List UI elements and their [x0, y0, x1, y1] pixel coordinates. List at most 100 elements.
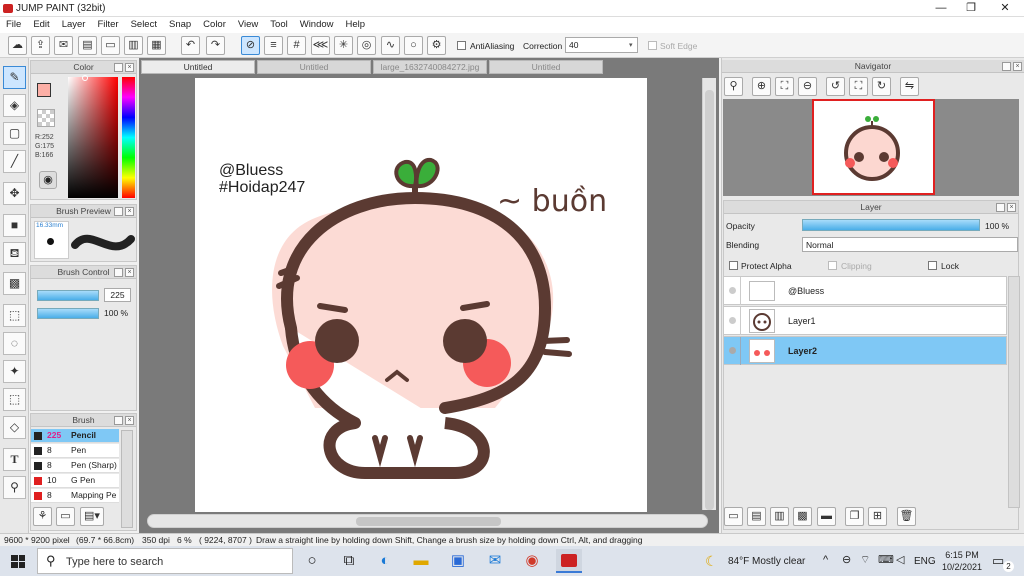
foreground-color-swatch[interactable]	[37, 83, 51, 97]
delete-layer-icon[interactable]: 🗑	[897, 507, 916, 526]
taskbar-search-box[interactable]: ⚲ Type here to search	[37, 548, 293, 574]
layer-row-layer2[interactable]: Layer2	[723, 336, 1007, 365]
panel-close-icon[interactable]: ×	[125, 268, 134, 277]
canvas-horizontal-scrollbar[interactable]	[147, 514, 708, 528]
visibility-icon[interactable]	[729, 347, 736, 354]
reset-rotation-icon[interactable]: ⛶	[849, 77, 868, 96]
panel-close-icon[interactable]: ×	[1013, 62, 1022, 71]
move-tool-icon[interactable]: ✥	[3, 182, 26, 205]
brush-item-pen[interactable]: 8 Pen	[31, 444, 119, 458]
pencil-tool-icon[interactable]: ✎	[3, 66, 26, 89]
cloud-icon[interactable]: ☁	[8, 36, 27, 55]
export-icon[interactable]: ⇪	[31, 36, 50, 55]
brush-size-value[interactable]: 225	[104, 288, 131, 302]
panel-float-icon[interactable]	[996, 203, 1005, 212]
eyedropper-icon[interactable]: ⚲	[3, 476, 26, 499]
menu-file[interactable]: File	[0, 17, 27, 33]
brush-add-icon[interactable]: ⚘	[33, 507, 52, 526]
redo-icon[interactable]: ↷	[206, 36, 225, 55]
lock-checkbox[interactable]	[928, 261, 937, 270]
brush-new-icon[interactable]: ▭	[56, 507, 75, 526]
flip-icon[interactable]: ⇋	[900, 77, 919, 96]
brush-item-pencil[interactable]: 225 Pencil	[31, 429, 119, 443]
radial-icon[interactable]: ✳	[334, 36, 353, 55]
clipping-checkbox[interactable]	[828, 261, 837, 270]
language-indicator[interactable]: ENG	[914, 556, 936, 567]
bucket-tool-icon[interactable]: ⛾	[3, 242, 26, 265]
new-layer-icon[interactable]: ▭	[724, 507, 743, 526]
panel-float-icon[interactable]	[114, 268, 123, 277]
antialias-checkbox[interactable]	[457, 41, 466, 50]
perspective-icon[interactable]: ⋘	[311, 36, 330, 55]
menu-select[interactable]: Select	[125, 17, 163, 33]
select-eraser-icon[interactable]: ◇	[3, 416, 26, 439]
select-pen-icon[interactable]: ⬚	[3, 388, 26, 411]
lasso-icon[interactable]: ◌	[3, 332, 26, 355]
jump-paint-taskbar-icon[interactable]	[556, 549, 582, 573]
protect-alpha-checkbox[interactable]	[729, 261, 738, 270]
curve-icon[interactable]: ∿	[381, 36, 400, 55]
menu-view[interactable]: View	[232, 17, 264, 33]
text-tool-icon[interactable]: T	[3, 448, 26, 471]
menu-tool[interactable]: Tool	[264, 17, 293, 33]
file-explorer-icon[interactable]: ▬	[408, 549, 434, 573]
panel-float-icon[interactable]	[114, 416, 123, 425]
hscroll-thumb[interactable]	[356, 517, 501, 526]
rect-select-icon[interactable]: ⬚	[3, 304, 26, 327]
panel-close-icon[interactable]: ×	[125, 416, 134, 425]
drawing-canvas[interactable]: @Bluess #Hoidap247 ~ buồn	[195, 78, 647, 512]
page-icon[interactable]: ▭	[101, 36, 120, 55]
layer-list-scrollbar[interactable]	[1008, 276, 1020, 508]
visibility-icon[interactable]	[729, 317, 736, 324]
menu-help[interactable]: Help	[340, 17, 372, 33]
panel-float-icon[interactable]	[114, 207, 123, 216]
line-tool-icon[interactable]: ╱	[3, 150, 26, 173]
fit-screen-icon[interactable]: ⛶	[775, 77, 794, 96]
brush-list-scrollbar[interactable]	[121, 430, 133, 528]
new-layer-type-icon[interactable]: ▤	[747, 507, 766, 526]
transparent-swatch[interactable]	[37, 109, 55, 127]
layer-folder-icon[interactable]: ▬	[817, 507, 836, 526]
chevron-up-icon[interactable]: ^	[823, 554, 828, 566]
cortana-icon[interactable]: ○	[299, 549, 325, 573]
eraser-tool-icon[interactable]: ◈	[3, 94, 26, 117]
fill-rect-tool-icon[interactable]: ■	[3, 214, 26, 237]
panel-float-icon[interactable]	[114, 63, 123, 72]
panel-close-icon[interactable]: ×	[125, 63, 134, 72]
layer-row-layer1[interactable]: Layer1	[723, 306, 1007, 335]
picker-cursor[interactable]	[82, 75, 88, 81]
wifi-icon[interactable]: ⌔	[860, 553, 870, 567]
zoom-icon[interactable]: ⚲	[724, 77, 743, 96]
volume-icon[interactable]: ◁	[896, 553, 904, 566]
layer-opacity-slider[interactable]	[802, 219, 980, 231]
hue-slider[interactable]	[122, 77, 135, 198]
panel-close-icon[interactable]: ×	[125, 207, 134, 216]
store-icon[interactable]: ▣	[445, 549, 471, 573]
rotate-right-icon[interactable]: ↻	[872, 77, 891, 96]
navigator-thumbnail[interactable]	[812, 99, 935, 195]
tab-large-jpg[interactable]: large_1632740084272.jpg	[373, 60, 487, 74]
close-button[interactable]: ✕	[990, 0, 1020, 16]
chrome-icon[interactable]: ◉	[519, 549, 545, 573]
maximize-button[interactable]: ❐	[956, 0, 986, 16]
softedge-checkbox[interactable]	[648, 41, 657, 50]
pages-icon[interactable]: ▥	[124, 36, 143, 55]
windows-start-icon[interactable]	[11, 555, 25, 568]
brush-size-slider[interactable]	[37, 290, 99, 301]
brush-item-g-pen[interactable]: 10 G Pen	[31, 474, 119, 488]
network-icon[interactable]: ⊖	[842, 553, 851, 566]
tab-untitled-1[interactable]: Untitled	[141, 60, 255, 74]
comment-icon[interactable]: ✉	[54, 36, 73, 55]
snap-off-icon[interactable]: ⊘	[241, 36, 260, 55]
parallel-lines-icon[interactable]: ≡	[264, 36, 283, 55]
grid-snap-icon[interactable]: #	[287, 36, 306, 55]
settings-snap-icon[interactable]: ⚙	[427, 36, 446, 55]
edge-icon[interactable]: ◐	[372, 549, 398, 573]
menu-window[interactable]: Window	[294, 17, 340, 33]
duplicate-layer-icon[interactable]: ❐	[845, 507, 864, 526]
brush-item-pen-sharp[interactable]: 8 Pen (Sharp)	[31, 459, 119, 473]
copy-layer-icon[interactable]: ▥	[770, 507, 789, 526]
brush-opacity-slider[interactable]	[37, 308, 99, 319]
canvas-vertical-scrollbar[interactable]	[702, 78, 716, 510]
undo-icon[interactable]: ↶	[181, 36, 200, 55]
